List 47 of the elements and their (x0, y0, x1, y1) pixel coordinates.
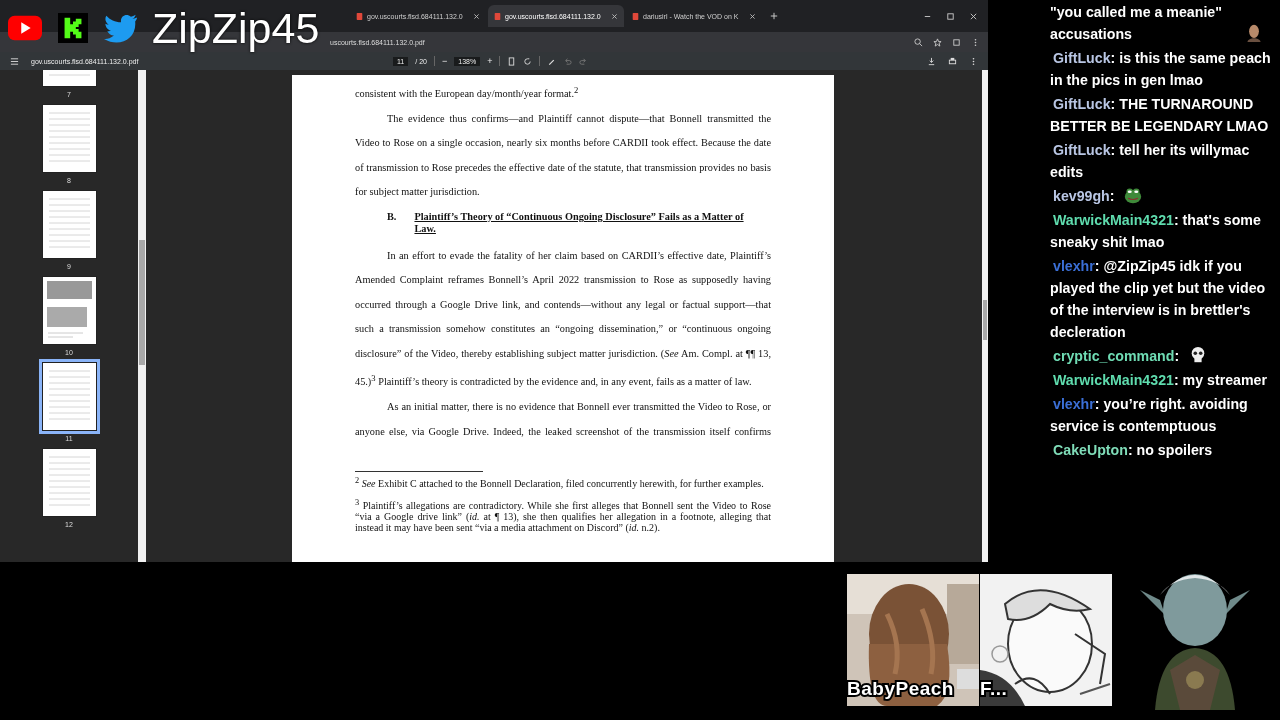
chat-message: cryptic_command: (1052, 348, 1180, 364)
page-thumbnail[interactable] (41, 190, 97, 259)
chat-message: CakeUpton: no spoilers (1052, 442, 1213, 458)
fit-page-icon[interactable] (507, 56, 517, 66)
zoom-in-button[interactable]: + (487, 56, 493, 66)
paragraph: consistent with the European day/month/year format.$^{2}$ (355, 84, 580, 102)
footnote: $^{2}$ See Exhibit C attached to the Bonnell Declaration, filed concurrently herewith, for further examples. (355, 476, 765, 491)
maximize-icon[interactable] (946, 11, 955, 21)
page-thumbnail[interactable] (41, 448, 97, 517)
chat-message: "you called me a meanie" accusations (1050, 3, 1223, 44)
new-tab-icon[interactable] (770, 12, 778, 20)
chat-message: GiftLuck: is this the same peach in the pics in gen lmao (1050, 50, 1271, 88)
chat-message: vlexhr: @ZipZip45 idk if you played the clip yet but the video of the interview is in brettler's decleration (1050, 258, 1266, 340)
section-number: B. (387, 210, 397, 224)
document-icon (494, 12, 501, 20)
close-icon[interactable] (611, 12, 618, 20)
chat-message: WarwickMain4321: my streamer (1052, 372, 1267, 388)
close-icon[interactable] (749, 12, 756, 20)
chat-message: vlexhr: you’re right. avoiding service is contemptuous (1050, 396, 1248, 434)
close-icon[interactable] (473, 12, 480, 20)
print-icon[interactable] (948, 56, 957, 66)
footnote: $^{3}$ Plaintiff’s allegations are contradictory. While she first alleges that Bonnell sent the Video to Rose “via a Google drive link” (id. at ¶ 13), she then qualifies her allegation in a footnote, alleging that instead it may have been sent “via a media attachment on Discord” (id. n.2). (355, 498, 771, 533)
page-thumbnail[interactable] (41, 362, 97, 431)
channel-name: ZipZip45 (152, 6, 320, 50)
chat-message: GiftLuck: tell her its willymac edits (1050, 142, 1250, 180)
download-icon[interactable] (927, 56, 936, 66)
block-logo-icon (56, 13, 90, 43)
paragraph: The evidence thus confirms—and Plaintiff cannot dispute—that Bonnell transmitted the Video to Rose on a single occasion, nearly six months before CARDII took effect. Because the date of transmission to Rose precedes the effective date of the statute, that transmission provides no basis for subject matter jurisdiction. (355, 111, 771, 200)
document-icon (632, 12, 639, 20)
zoom-out-button[interactable]: − (441, 56, 448, 66)
close-icon[interactable] (969, 11, 978, 21)
page-thumbnail[interactable] (41, 104, 97, 173)
menu-icon[interactable] (10, 56, 19, 66)
chat-message: WarwickMain4321: that's some sneaky shit lmao (1050, 212, 1261, 250)
document-icon (356, 12, 363, 20)
star-icon[interactable] (933, 37, 942, 47)
paragraph: In an effort to evade the fatality of her claim based on CARDII’s effective date, Plaintiff’s Amended Complaint reframes Bonnell’s April 2022 transmission to Rose as supposedly having occurred through a Google Drive link, and contends—without any legal or factual support—that such a transmission somehow constitutes an “ongoing dissemination,” or “continuous ongoing disclosure” of the Video, thereby establishing subject matter jurisdiction. (See Am. Compl. at ¶¶ 13, 45.)$^{3}$ Plaintiff’s theory is contradicted by the evidence and, in any event, fails as a matter of law. (355, 248, 771, 390)
frog-emote-icon (1124, 186, 1143, 204)
search-icon[interactable] (914, 37, 923, 47)
webcam-label: F... (980, 678, 1008, 700)
chat-message: GiftLuck: THE TURNAROUND BETTER BE LEGENDARY LMAO (1050, 96, 1269, 134)
chat-message: kev99gh: (1052, 188, 1115, 204)
section-heading: Plaintiff’s Theory of “Continuous Ongoing Disclosure” Fails as a Matter of Law. (414, 210, 745, 235)
page-thumbnail[interactable] (41, 276, 97, 345)
bird-icon (104, 13, 138, 43)
rotate-icon[interactable] (523, 56, 533, 66)
paragraph: As an initial matter, there is no evidence that Bonnell ever transmitted the Video to Rose, or anyone else, via Google Drive. Indeed, the leaked screenshot of the transmission itself confirms (355, 400, 771, 439)
